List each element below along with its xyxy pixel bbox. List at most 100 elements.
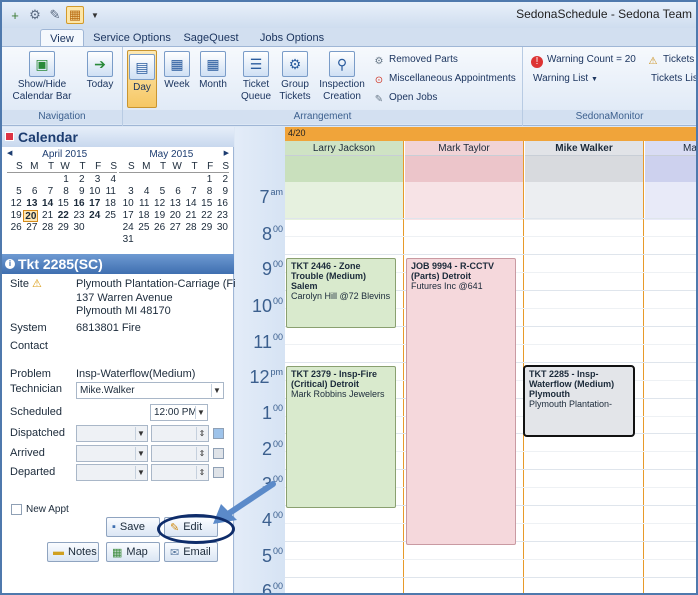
day-cell[interactable]: 2	[213, 174, 229, 186]
day-cell[interactable]: 5	[150, 186, 166, 198]
day-cell[interactable]: 28	[38, 222, 54, 234]
day-cell[interactable]: 8	[54, 186, 70, 198]
day-cell[interactable]: 30	[213, 222, 229, 234]
open-jobs-button[interactable]: ✎ Open Jobs	[373, 92, 438, 106]
day-cell[interactable]	[7, 174, 23, 186]
appointment-tkt-2379[interactable]: TKT 2379 - Insp-Fire (Critical) Detroit …	[286, 366, 396, 508]
day-cell[interactable]: 11	[135, 198, 151, 210]
day-cell[interactable]: 3	[86, 174, 102, 186]
day-cell[interactable]: 22	[54, 210, 70, 222]
day-cell[interactable]: 30	[70, 222, 86, 234]
removed-parts-button[interactable]: ⚙ Removed Parts	[373, 54, 458, 68]
group-tickets-button[interactable]: ⚙ Group Tickets	[277, 51, 313, 103]
save-button[interactable]: ▪ Save	[106, 517, 160, 537]
today-button[interactable]: ➔ Today	[82, 51, 118, 91]
day-cell[interactable]	[135, 174, 151, 186]
day-cell[interactable]: 12	[7, 198, 23, 210]
day-cell[interactable]: 19	[7, 210, 23, 222]
misc-appointments-button[interactable]: ⊙ Miscellaneous Appointments	[373, 73, 516, 87]
tab-service-options[interactable]: Service Options	[92, 29, 172, 47]
day-cell[interactable]	[135, 234, 151, 246]
day-cell[interactable]: 11	[101, 186, 117, 198]
day-cell[interactable]	[119, 174, 135, 186]
day-cell[interactable]	[166, 174, 182, 186]
day-cell[interactable]: 26	[150, 222, 166, 234]
week-view-button[interactable]: ▦ Week	[161, 51, 193, 91]
day-cell[interactable]	[150, 174, 166, 186]
day-cell[interactable]: 18	[135, 210, 151, 222]
day-cell[interactable]: 19	[150, 210, 166, 222]
day-cell[interactable]	[86, 222, 102, 234]
day-cell[interactable]	[182, 234, 198, 246]
day-cell[interactable]: 16	[70, 198, 86, 210]
day-cell[interactable]: 14	[38, 198, 54, 210]
day-cell[interactable]: 16	[213, 198, 229, 210]
qat-menu-icon[interactable]: ▼	[86, 6, 104, 24]
day-cell[interactable]: 1	[54, 174, 70, 186]
day-cell-selected[interactable]: 20	[22, 210, 39, 222]
prev-month-icon[interactable]: ◀	[7, 149, 12, 157]
day-cell[interactable]: 21	[38, 210, 54, 222]
day-cell[interactable]	[198, 234, 214, 246]
arrived-time[interactable]: ⇕	[151, 445, 209, 462]
day-cell[interactable]	[101, 222, 117, 234]
day-cell[interactable]: 27	[23, 222, 39, 234]
day-cell[interactable]: 13	[23, 198, 39, 210]
warning-list-dropdown[interactable]: Warning List ▼	[533, 73, 598, 84]
add-icon[interactable]: +	[6, 6, 24, 24]
day-cell[interactable]: 23	[70, 210, 86, 222]
day-cell[interactable]	[166, 234, 182, 246]
day-cell[interactable]: 23	[213, 210, 229, 222]
day-cell[interactable]: 29	[54, 222, 70, 234]
day-cell[interactable]: 14	[182, 198, 198, 210]
tab-jobs-options[interactable]: Jobs Options	[254, 29, 330, 47]
tickets-button[interactable]: ⚠ Tickets	[647, 54, 695, 68]
departed-now-button[interactable]	[213, 467, 224, 478]
departed-time[interactable]: ⇕	[151, 464, 209, 481]
day-cell[interactable]: 2	[70, 174, 86, 186]
dispatched-now-button[interactable]	[213, 428, 224, 439]
arrived-now-button[interactable]	[213, 448, 224, 459]
tools-icon[interactable]: ⚙	[26, 6, 44, 24]
day-cell[interactable]: 4	[135, 186, 151, 198]
day-cell[interactable]: 27	[166, 222, 182, 234]
day-cell[interactable]: 20	[166, 210, 182, 222]
technician-select[interactable]: Mike.Walker ▼	[76, 382, 224, 399]
day-cell[interactable]: 22	[198, 210, 214, 222]
day-cell[interactable]: 7	[182, 186, 198, 198]
day-cell[interactable]: 3	[119, 186, 135, 198]
day-cell[interactable]: 17	[86, 198, 102, 210]
inspection-creation-button[interactable]: ⚲ Inspection Creation	[317, 51, 367, 103]
next-month-icon[interactable]: ▶	[224, 149, 229, 157]
day-cell[interactable]	[23, 174, 39, 186]
day-cell[interactable]: 18	[101, 198, 117, 210]
departed-date[interactable]: ▼	[76, 464, 148, 481]
map-button[interactable]: ▦ Map	[106, 542, 160, 562]
day-cell[interactable]: 4	[101, 174, 117, 186]
day-view-button[interactable]: ▤ Day	[127, 50, 157, 108]
tickets-list-button[interactable]: Tickets List	[651, 73, 696, 84]
day-cell[interactable]	[38, 174, 54, 186]
day-cell[interactable]: 15	[54, 198, 70, 210]
new-appt-checkbox[interactable]	[11, 504, 22, 515]
warning-count[interactable]: ! Warning Count = 20	[531, 54, 636, 68]
day-cell[interactable]: 24	[86, 210, 102, 222]
day-cell[interactable]: 9	[70, 186, 86, 198]
appointment-tkt-2446[interactable]: TKT 2446 - Zone Trouble (Medium) Salem C…	[286, 258, 396, 328]
day-cell[interactable]: 12	[150, 198, 166, 210]
email-button[interactable]: ✉ Email	[164, 542, 218, 562]
ticket-queue-button[interactable]: ☰ Ticket Queue	[239, 51, 273, 103]
arrived-date[interactable]: ▼	[76, 445, 148, 462]
day-cell[interactable]: 5	[7, 186, 23, 198]
dispatched-time[interactable]: ⇕	[151, 425, 209, 442]
show-hide-calendar-button[interactable]: ▣ Show/Hide Calendar Bar	[6, 51, 78, 103]
day-cell[interactable]: 9	[213, 186, 229, 198]
day-cell[interactable]: 21	[182, 210, 198, 222]
day-cell[interactable]: 28	[182, 222, 198, 234]
tab-view[interactable]: View	[40, 29, 84, 47]
day-cell[interactable]: 31	[119, 234, 135, 246]
day-cell[interactable]: 15	[198, 198, 214, 210]
day-cell[interactable]: 6	[166, 186, 182, 198]
appointment-tkt-2285[interactable]: TKT 2285 - Insp-Waterflow (Medium) Plymo…	[523, 365, 635, 437]
day-cell[interactable]: 25	[101, 210, 117, 222]
